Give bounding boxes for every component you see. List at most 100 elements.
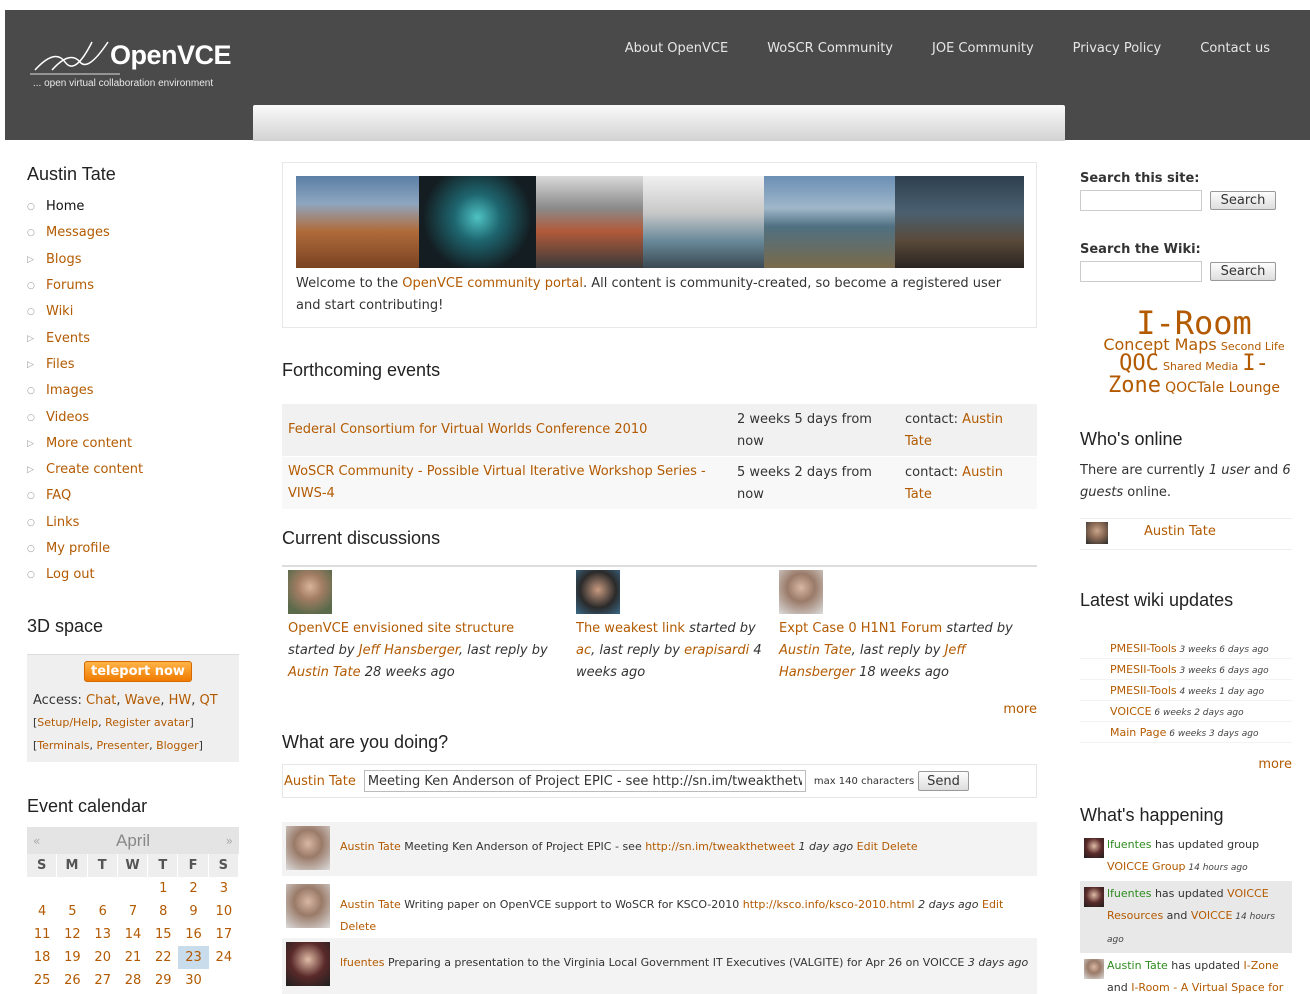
menu-item-more-content[interactable]: ▷ More content	[27, 431, 143, 457]
status-input[interactable]	[363, 770, 806, 792]
calendar-day[interactable]: 9	[178, 900, 208, 923]
calendar-next-icon[interactable]: »	[226, 834, 233, 848]
calendar-day[interactable]: 25	[27, 969, 57, 992]
avatar[interactable]	[286, 826, 330, 870]
menu-item-blogs[interactable]: ▷ Blogs	[27, 247, 143, 273]
openvce-logo[interactable]: OpenVCE ... open virtual collaboration e…	[30, 38, 240, 98]
status-edit-link[interactable]: Edit	[857, 840, 878, 853]
menu-item-files[interactable]: ▷ Files	[27, 352, 143, 378]
activity-target-link[interactable]: I-Zone	[1243, 959, 1278, 972]
status-user-link[interactable]: Austin Tate	[284, 774, 356, 789]
search-site-button[interactable]: Search	[1210, 191, 1276, 210]
access-wave-link[interactable]: Wave	[125, 693, 161, 708]
avatar[interactable]	[1086, 522, 1108, 544]
avatar[interactable]	[576, 570, 620, 614]
event-link[interactable]: Federal Consortium for Virtual Worlds Co…	[288, 419, 647, 441]
wiki-page-link[interactable]: PMESII-Tools	[1110, 684, 1177, 697]
presenter-link[interactable]: Presenter	[97, 739, 150, 752]
wiki-page-link[interactable]: Main Page	[1110, 726, 1166, 739]
menu-item-messages[interactable]: ○ Messages	[27, 220, 143, 246]
blogger-link[interactable]: Blogger	[156, 739, 199, 752]
teleport-button[interactable]: teleport now	[84, 661, 192, 682]
calendar-day[interactable]: 10	[209, 900, 239, 923]
menu-item-create-content[interactable]: ▷ Create content	[27, 457, 143, 483]
calendar-day[interactable]: 23	[178, 946, 209, 969]
avatar[interactable]	[1084, 887, 1104, 907]
avatar[interactable]	[779, 570, 823, 614]
menu-item-log-out[interactable]: ○ Log out	[27, 562, 143, 588]
discussion-title-link[interactable]: OpenVCE envisioned site structure	[288, 621, 514, 636]
discussion-title-link[interactable]: The weakest link	[576, 621, 685, 636]
activity-user-link[interactable]: lfuentes	[1107, 887, 1151, 900]
starter-link[interactable]: ac	[576, 643, 591, 658]
calendar-day[interactable]: 24	[209, 946, 239, 969]
status-delete-link[interactable]: Delete	[881, 840, 917, 853]
nav-contact[interactable]: Contact us	[1200, 41, 1270, 56]
calendar-day[interactable]: 30	[178, 969, 208, 992]
access-chat-link[interactable]: Chat	[86, 693, 116, 708]
menu-item-forums[interactable]: ○ Forums	[27, 273, 143, 299]
calendar-day[interactable]: 21	[118, 946, 148, 969]
calendar-day[interactable]: 29	[148, 969, 178, 992]
calendar-day[interactable]: 11	[27, 923, 57, 946]
wiki-more-link[interactable]: more	[1258, 757, 1292, 772]
status-edit-link[interactable]: Edit	[982, 898, 1003, 911]
status-url-link[interactable]: http://ksco.info/ksco-2010.html	[743, 898, 915, 911]
calendar-day[interactable]: 19	[57, 946, 87, 969]
calendar-prev-icon[interactable]: «	[33, 834, 40, 848]
menu-item-my-profile[interactable]: ○ My profile	[27, 536, 143, 562]
menu-item-events[interactable]: ▷ Events	[27, 325, 143, 351]
nav-about[interactable]: About OpenVCE	[625, 41, 728, 56]
status-url-link[interactable]: http://sn.im/tweakthetweet	[645, 840, 795, 853]
status-user-link[interactable]: Austin Tate	[340, 898, 401, 911]
activity-target2-link[interactable]: I-Room - A Virtual Space for	[1131, 981, 1283, 994]
calendar-day[interactable]: 18	[27, 946, 57, 969]
calendar-day[interactable]: 7	[118, 900, 148, 923]
discussion-title-link[interactable]: Expt Case 0 H1N1 Forum	[779, 621, 942, 636]
calendar-day[interactable]: 3	[209, 877, 239, 900]
wiki-page-link[interactable]: VOICCE	[1110, 705, 1152, 718]
wiki-page-link[interactable]: PMESII-Tools	[1110, 642, 1177, 655]
calendar-day[interactable]: 27	[88, 969, 118, 992]
terminals-link[interactable]: Terminals	[37, 739, 89, 752]
calendar-day[interactable]: 1	[148, 877, 178, 900]
calendar-day[interactable]: 2	[178, 877, 208, 900]
calendar-day[interactable]: 12	[57, 923, 87, 946]
calendar-day[interactable]: 8	[148, 900, 178, 923]
calendar-day[interactable]: 4	[27, 900, 57, 923]
calendar-day[interactable]: 13	[88, 923, 118, 946]
online-user-link[interactable]: Austin Tate	[1144, 524, 1216, 539]
portal-link[interactable]: OpenVCE community portal	[402, 276, 583, 291]
calendar-day[interactable]: 26	[57, 969, 87, 992]
status-delete-link[interactable]: Delete	[340, 920, 376, 933]
activity-target2-link[interactable]: VOICCE	[1191, 909, 1233, 922]
calendar-day[interactable]: 22	[148, 946, 178, 969]
starter-link[interactable]: Austin Tate	[779, 643, 852, 658]
calendar-day[interactable]: 16	[178, 923, 208, 946]
register-avatar-link[interactable]: Register avatar	[105, 716, 189, 729]
activity-user-link[interactable]: Austin Tate	[1107, 959, 1168, 972]
menu-item-wiki[interactable]: ○ Wiki	[27, 299, 143, 325]
send-button[interactable]: Send	[918, 771, 969, 791]
setup-help-link[interactable]: Setup/Help	[37, 716, 98, 729]
nav-privacy[interactable]: Privacy Policy	[1073, 41, 1162, 56]
calendar-day[interactable]: 15	[148, 923, 178, 946]
starter-link[interactable]: Jeff Hansberger	[359, 643, 459, 658]
search-site-input[interactable]	[1080, 190, 1202, 211]
tag-qoctale-lounge[interactable]: QOCTale Lounge	[1165, 380, 1280, 396]
calendar-day[interactable]: 6	[88, 900, 118, 923]
access-hw-link[interactable]: HW	[169, 693, 192, 708]
menu-item-home[interactable]: ○ Home	[27, 194, 143, 220]
nav-joe[interactable]: JOE Community	[932, 41, 1034, 56]
wiki-page-link[interactable]: PMESII-Tools	[1110, 663, 1177, 676]
activity-user-link[interactable]: lfuentes	[1107, 838, 1151, 851]
calendar-day[interactable]: 14	[118, 923, 148, 946]
discussions-more-link[interactable]: more	[1003, 702, 1037, 717]
calendar-day[interactable]: 17	[209, 923, 239, 946]
calendar-day[interactable]: 5	[57, 900, 87, 923]
nav-woscr[interactable]: WoSCR Community	[767, 41, 893, 56]
access-qt-link[interactable]: QT	[200, 693, 218, 708]
avatar[interactable]	[288, 570, 332, 614]
avatar[interactable]	[1084, 838, 1104, 858]
menu-item-images[interactable]: ○ Images	[27, 378, 143, 404]
